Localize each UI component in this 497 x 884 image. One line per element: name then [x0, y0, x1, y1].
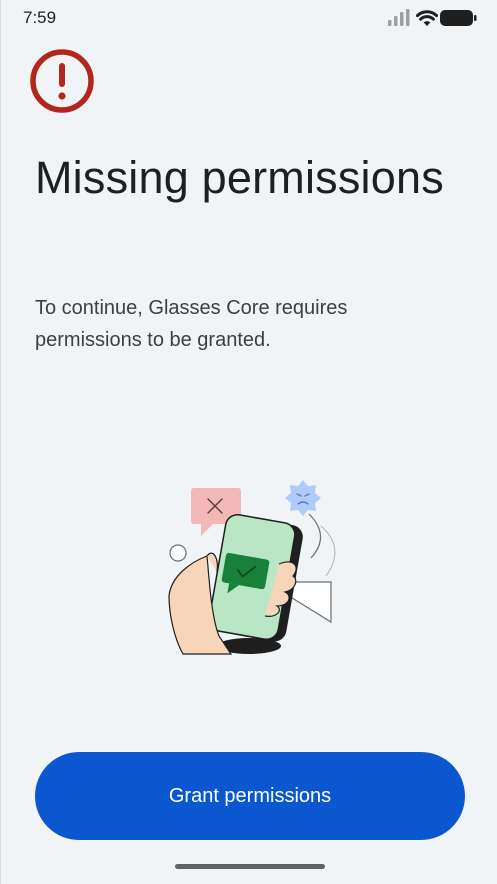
- grant-permissions-button[interactable]: Grant permissions: [35, 752, 465, 840]
- page-description: To continue, Glasses Core requires permi…: [35, 297, 348, 351]
- phone-permissions-illustration: [168, 480, 336, 655]
- wifi-icon: [416, 10, 438, 26]
- battery-icon: [440, 10, 477, 26]
- signal-icon: [388, 9, 410, 26]
- status-bar: 7:59: [1, 0, 497, 36]
- missing-permissions-screen: 7:59 Missing permissions To continue, Gl…: [0, 0, 497, 884]
- home-indicator[interactable]: [175, 864, 325, 869]
- page-title: Missing permissions: [35, 152, 444, 203]
- error-circle-icon: [30, 49, 94, 113]
- status-time: 7:59: [23, 8, 57, 27]
